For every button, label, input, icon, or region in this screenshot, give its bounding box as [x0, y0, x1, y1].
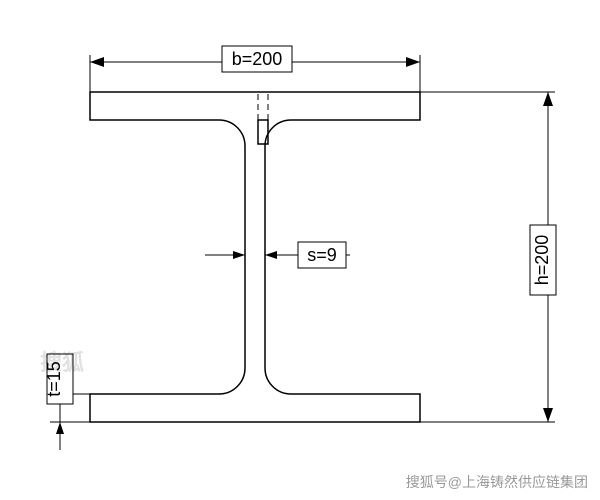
flange-label: t=15: [44, 361, 64, 397]
dimension-flange: t=15: [44, 354, 90, 450]
web-detail-rect: [258, 120, 268, 144]
dimension-width: b=200: [90, 46, 420, 92]
width-label: b=200: [232, 49, 283, 69]
footer-attribution: 搜狐号@上海铸然供应链集团: [406, 472, 588, 492]
engineering-drawing: b=200 h=200 s=9 t=15: [0, 0, 600, 500]
ibeam-profile: [90, 92, 420, 422]
height-label: h=200: [532, 235, 552, 286]
dimension-web: s=9: [205, 242, 350, 268]
dimension-height: h=200: [420, 92, 556, 422]
web-label: s=9: [307, 245, 337, 265]
